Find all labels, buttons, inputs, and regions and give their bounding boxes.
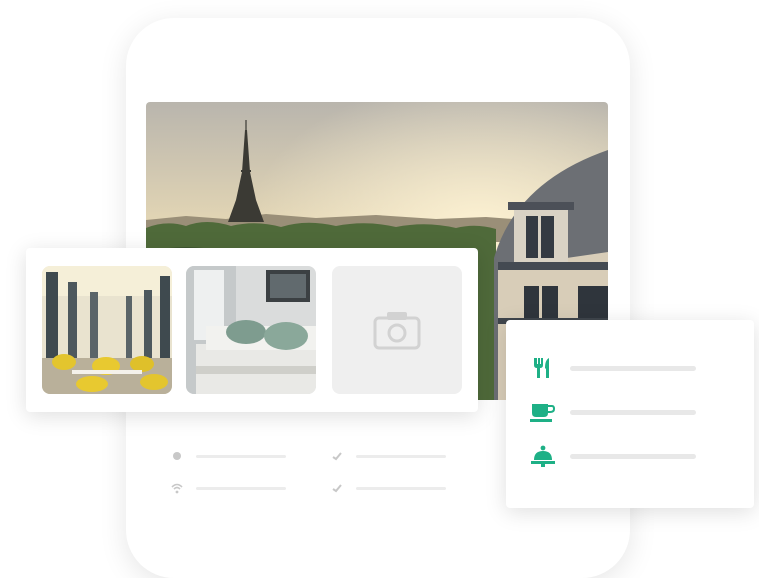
amenity-row-breakfast[interactable] bbox=[530, 400, 710, 424]
feature-placeholder-line bbox=[356, 486, 446, 490]
feature-row bbox=[330, 480, 446, 496]
feature-placeholder-line bbox=[356, 454, 446, 458]
restaurant-photo[interactable] bbox=[42, 266, 172, 394]
amenity-row-restaurant[interactable] bbox=[530, 356, 710, 380]
restaurant-icon bbox=[530, 356, 556, 380]
check-icon bbox=[330, 449, 344, 463]
amenity-placeholder-line bbox=[570, 409, 696, 415]
amenity-placeholder-line bbox=[570, 365, 696, 371]
hotel-room-photo[interactable] bbox=[186, 266, 316, 394]
room-service-icon bbox=[530, 444, 556, 468]
photo-gallery-card bbox=[26, 248, 478, 412]
amenity-dot-icon bbox=[170, 449, 184, 463]
amenities-card bbox=[506, 320, 754, 508]
feature-row bbox=[170, 480, 286, 496]
wifi-icon bbox=[170, 481, 184, 495]
amenity-row-room-service[interactable] bbox=[530, 444, 710, 468]
amenity-placeholder-line bbox=[570, 453, 696, 459]
coffee-cup-icon bbox=[530, 400, 556, 424]
feature-placeholder-line bbox=[196, 486, 286, 490]
photo-placeholder[interactable] bbox=[332, 266, 462, 394]
feature-row bbox=[330, 448, 446, 464]
feature-row bbox=[170, 448, 286, 464]
check-icon bbox=[330, 481, 344, 495]
camera-icon bbox=[373, 312, 421, 350]
feature-placeholder-line bbox=[196, 454, 286, 458]
